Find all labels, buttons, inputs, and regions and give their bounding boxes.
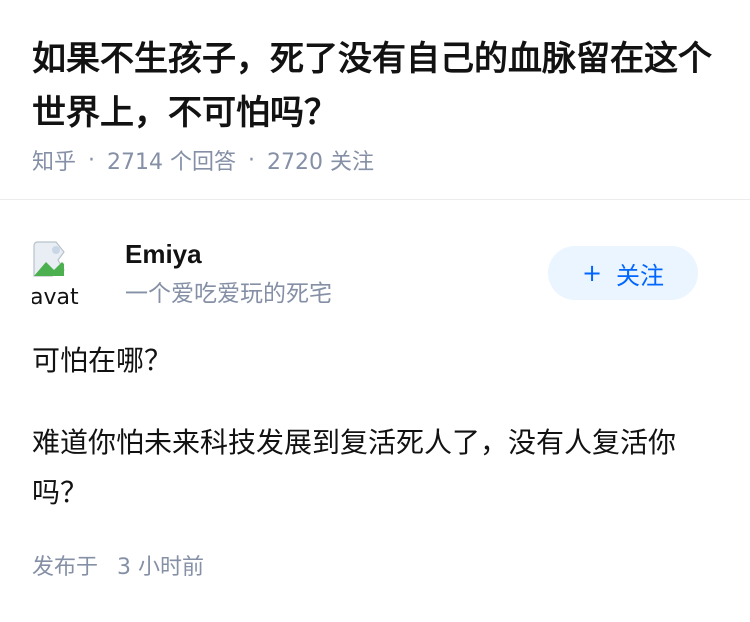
meta-separator: ·: [88, 147, 96, 173]
answer-paragraph: 难道你怕未来科技发展到复活死人了，没有人复活你吗？: [32, 426, 677, 509]
plus-icon: +: [581, 259, 603, 287]
svg-text:avat: avat: [32, 285, 79, 308]
zhihu-answer-page: 如果不生孩子，死了没有自己的血脉留在这个世界上，不可怕吗？ 知乎 · 2714 …: [0, 0, 750, 622]
author-name[interactable]: Emiya: [125, 238, 202, 270]
publish-time-value: 3 小时前: [117, 555, 205, 580]
answer-publish-time: 发布于 3 小时前: [32, 552, 204, 584]
meta-separator: ·: [248, 147, 255, 173]
broken-image-icon: avat: [32, 240, 100, 308]
avatar[interactable]: avat: [32, 240, 100, 308]
publish-time-prefix: 发布于: [32, 555, 99, 580]
answer-card: avat Emiya 一个爱吃爱玩的死宅 + 关注 可怕在哪？ 难道你怕未来科技…: [0, 200, 750, 622]
author-info: avat Emiya 一个爱吃爱玩的死宅 + 关注: [32, 238, 718, 310]
answer-count[interactable]: 2714 个回答: [107, 144, 236, 176]
question-header: 如果不生孩子，死了没有自己的血脉留在这个世界上，不可怕吗？ 知乎 · 2714 …: [0, 0, 750, 200]
follow-count: 2720 关注: [267, 150, 374, 175]
follow-button-label: 关注: [616, 261, 665, 290]
question-title[interactable]: 如果不生孩子，死了没有自己的血脉留在这个世界上，不可怕吗？: [32, 32, 722, 140]
follow-button[interactable]: + 关注: [548, 246, 698, 300]
question-meta: 知乎 · 2714 个回答 · 2720 关注: [32, 142, 374, 178]
source-label[interactable]: 知乎: [32, 144, 76, 176]
author-bio: 一个爱吃爱玩的死宅: [125, 281, 332, 307]
answer-paragraph: 可怕在哪？: [32, 344, 173, 377]
answer-content: 可怕在哪？ 难道你怕未来科技发展到复活死人了，没有人复活你吗？: [32, 336, 718, 518]
